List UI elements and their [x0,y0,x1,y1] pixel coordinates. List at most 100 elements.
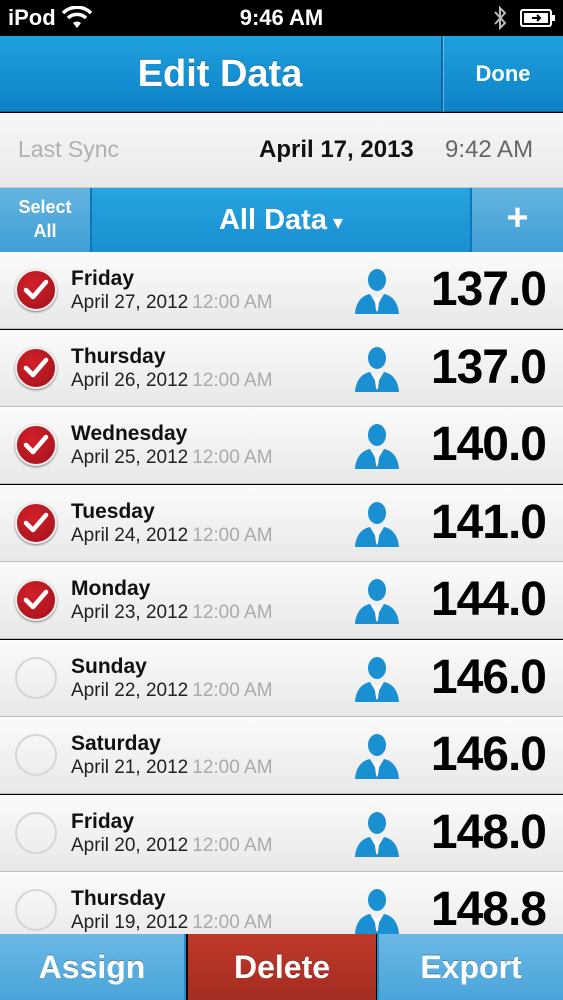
row-day: Saturday [71,732,161,755]
row-time: 12:00 AM [192,525,273,546]
row-day: Friday [71,267,135,290]
delete-button[interactable]: Delete [188,934,376,1000]
row-value: 140.0 [430,418,547,471]
page-title: Edit Data [137,53,303,95]
sync-bar: Last Sync April 17, 2013 9:42 AM [0,113,563,188]
selection-checkbox[interactable] [15,657,57,699]
row-value: 144.0 [430,573,547,626]
selection-checkbox[interactable] [15,424,57,466]
row-date: April 23, 2012 [71,602,189,623]
checkmark-icon [23,512,49,533]
row-date: April 19, 2012 [71,912,189,933]
last-sync-label: Last Sync [18,136,119,162]
selection-checkbox[interactable] [15,579,57,621]
row-time: 12:00 AM [192,602,273,623]
selection-checkbox[interactable] [15,502,57,544]
battery-icon [520,9,555,27]
checkmark-icon [23,279,49,300]
row-value: 141.0 [430,496,547,549]
row-time: 12:00 AM [192,912,273,933]
selection-checkbox[interactable] [15,812,57,854]
list-item[interactable]: Thursday April 19, 2012 12:00 AM 148.8 [0,872,563,934]
row-datetime: April 22, 2012 12:00 AM [71,680,273,702]
export-button[interactable]: Export [377,934,563,1000]
done-button[interactable]: Done [441,36,563,112]
row-datetime: April 23, 2012 12:00 AM [71,602,273,624]
last-sync-time: 9:42 AM [445,136,534,163]
add-entry-button[interactable]: + [472,188,563,252]
row-value: 137.0 [430,263,547,316]
row-time: 12:00 AM [192,757,273,778]
clock: 9:46 AM [239,5,324,30]
row-value: 146.0 [430,728,547,781]
row-time: 12:00 AM [192,370,273,391]
row-datetime: April 26, 2012 12:00 AM [71,370,273,392]
row-day: Friday [71,810,135,833]
person-icon[interactable] [352,731,402,781]
list-item[interactable]: Sunday April 22, 2012 12:00 AM 146.0 [0,640,563,717]
checkmark-icon [23,589,49,610]
row-date: April 21, 2012 [71,757,189,778]
data-filter-label: All Data [218,204,327,236]
row-time: 12:00 AM [192,447,273,468]
row-day: Sunday [71,655,147,678]
row-datetime: April 21, 2012 12:00 AM [71,757,273,779]
row-day: Wednesday [71,422,188,445]
person-icon[interactable] [352,421,402,471]
list-item[interactable]: Monday April 23, 2012 12:00 AM 144.0 [0,562,563,639]
row-value: 146.0 [430,651,547,704]
row-datetime: April 25, 2012 12:00 AM [71,447,273,469]
row-datetime: April 19, 2012 12:00 AM [71,912,273,934]
select-all-label-line1: Select [18,197,72,217]
list-item[interactable]: Saturday April 21, 2012 12:00 AM 146.0 [0,717,563,794]
data-list: Friday April 27, 2012 12:00 AM 137.0 Thursda… [0,252,563,934]
selection-checkbox[interactable] [15,889,57,931]
row-date: April 26, 2012 [71,370,189,391]
person-icon[interactable] [352,499,402,549]
status-bar: iPod 9:46 AM [0,0,563,36]
bluetooth-icon [494,5,507,31]
row-time: 12:00 AM [192,835,273,856]
selection-checkbox[interactable] [15,734,57,776]
person-icon[interactable] [352,344,402,394]
row-time: 12:00 AM [192,292,273,313]
row-value: 148.8 [430,883,547,934]
checkmark-icon [23,357,49,378]
list-item[interactable]: Thursday April 26, 2012 12:00 AM 137.0 [0,330,563,407]
row-time: 12:00 AM [192,680,273,701]
row-day: Thursday [71,887,166,910]
person-icon[interactable] [352,266,402,316]
person-icon[interactable] [352,576,402,626]
person-icon[interactable] [352,654,402,704]
last-sync-date: April 17, 2013 [259,136,414,163]
row-datetime: April 24, 2012 12:00 AM [71,525,273,547]
chevron-down-icon: ▾ [332,212,344,234]
row-date: April 20, 2012 [71,835,189,856]
select-all-label-line2: All [33,221,57,241]
person-icon[interactable] [352,809,402,859]
row-date: April 25, 2012 [71,447,189,468]
list-item[interactable]: Tuesday April 24, 2012 12:00 AM 141.0 [0,485,563,562]
row-date: April 24, 2012 [71,525,189,546]
filter-bar: Select All All Data ▾ + [0,188,563,252]
row-datetime: April 27, 2012 12:00 AM [71,292,273,314]
data-filter-dropdown[interactable]: All Data ▾ [92,188,470,252]
selection-checkbox[interactable] [15,347,57,389]
row-value: 148.0 [430,806,547,859]
row-date: April 22, 2012 [71,680,189,701]
row-day: Thursday [71,345,166,368]
row-day: Monday [71,577,151,600]
list-item[interactable]: Friday April 20, 2012 12:00 AM 148.0 [0,795,563,872]
person-icon[interactable] [352,886,402,934]
list-item[interactable]: Wednesday April 25, 2012 12:00 AM 140.0 [0,407,563,484]
bottom-toolbar: Assign Delete Export [0,934,563,1000]
select-all-button[interactable]: Select All [0,188,90,252]
list-item[interactable]: Friday April 27, 2012 12:00 AM 137.0 [0,252,563,329]
row-datetime: April 20, 2012 12:00 AM [71,835,273,857]
row-value: 137.0 [430,341,547,394]
row-day: Tuesday [71,500,155,523]
row-date: April 27, 2012 [71,292,189,313]
selection-checkbox[interactable] [15,269,57,311]
assign-button[interactable]: Assign [0,934,186,1000]
checkmark-icon [23,434,49,455]
